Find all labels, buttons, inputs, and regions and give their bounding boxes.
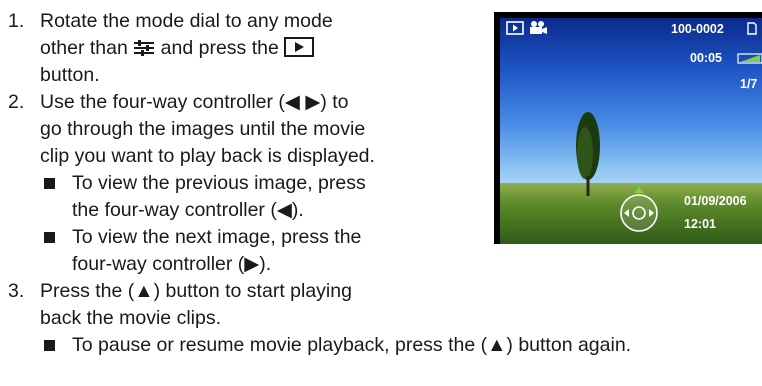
bullet-text: To view the next image, press the [72,226,362,248]
bullet-square [44,232,55,243]
bullet-text: To view the previous image, press [72,172,366,194]
movie-icon [530,21,547,34]
step-number: 3. [8,280,25,302]
battery-icon [737,53,762,64]
step-1-line-2: other than and press the [40,35,315,62]
step-1-text-b: and press the [160,37,279,59]
bullet-text: four-way controller (▶). [72,253,272,275]
camera-lcd-screen: 100-0002 00:05 1/7 01/09/2006 12:01 [494,12,762,244]
step-2-line-1: Use the four-way controller (◀ ▶) to [40,91,349,113]
setup-mode-icon [134,40,155,56]
step-3-line-2: back the movie clips. [40,307,221,329]
step-1-line-3: button. [40,64,100,86]
playback-mode-icon [506,21,524,35]
step-1-text-a: other than [40,37,128,59]
playback-button-icon [284,37,315,57]
four-way-controller-icon [620,187,658,232]
step-number: 2. [8,91,25,113]
frame-counter: 1/7 [740,77,758,91]
sky-background [500,18,762,193]
step-2-line-2: go through the images until the movie [40,118,366,140]
memory-card-icon [747,22,757,35]
bullet-text: To pause or resume movie playback, press… [72,334,632,356]
step-1-line-1: Rotate the mode dial to any mode [40,10,333,32]
file-number: 100-0002 [671,22,724,36]
tree-image [576,112,600,196]
bullet-text: the four-way controller (◀). [72,199,304,221]
time-stamp: 12:01 [684,217,716,231]
step-number: 1. [8,10,25,32]
bullet-square [44,178,55,189]
movie-duration: 00:05 [690,51,722,65]
date-stamp: 01/09/2006 [684,194,747,208]
bullet-square [44,340,55,351]
step-2-line-3: clip you want to play back is displayed. [40,145,375,167]
step-3-line-1: Press the (▲) button to start playing [40,280,352,302]
